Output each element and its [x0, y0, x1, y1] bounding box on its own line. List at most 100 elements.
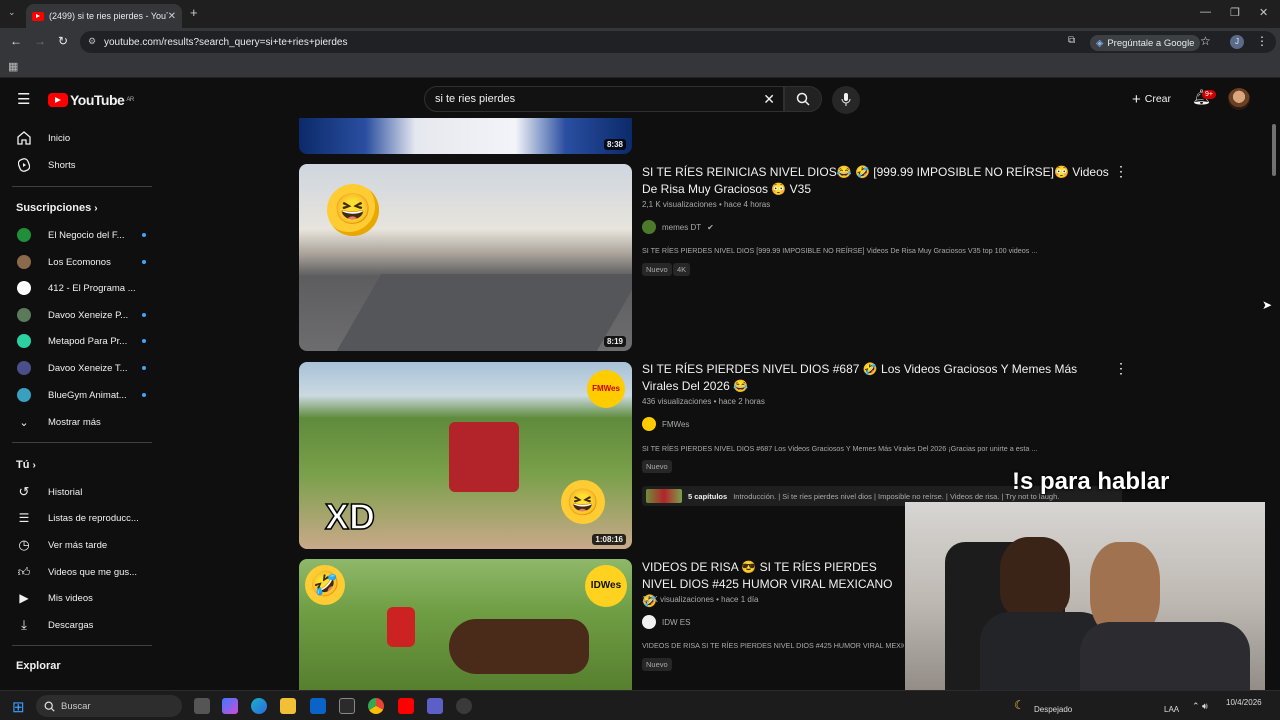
sidebar-item-history[interactable]: ↺ Historial: [16, 481, 146, 503]
show-more-button[interactable]: ⌄ Mostrar más: [16, 411, 146, 433]
cast-icon[interactable]: ⧉: [1068, 35, 1075, 46]
bookmark-star-icon[interactable]: ☆: [1200, 34, 1211, 48]
reload-icon[interactable]: ↻: [58, 34, 68, 48]
stream-subtitle: !s para hablar: [1012, 468, 1170, 495]
video-title[interactable]: SI TE RÍES REINICIAS NIVEL DIOS😂 🤣 [999.…: [642, 164, 1112, 198]
sidebar-item-playlists[interactable]: ☰ Listas de reproducc...: [16, 507, 146, 529]
sidebar-item-label: BlueGym Animat...: [48, 389, 127, 401]
menu-icon[interactable]: ☰: [17, 90, 30, 108]
sidebar-item-my-videos[interactable]: ▶ Mis videos: [16, 587, 146, 609]
divider: [12, 186, 152, 187]
page-scrollbar[interactable]: [1268, 118, 1280, 690]
video-thumbnail[interactable]: 🤣 IDWes: [299, 559, 632, 690]
channel-name: memes DT: [662, 222, 702, 232]
tab-close-icon[interactable]: ✕: [168, 11, 176, 22]
windows-start-icon[interactable]: ⊞: [12, 698, 25, 716]
sidebar-item-downloads[interactable]: ⤓ Descargas: [16, 614, 146, 636]
tab-title: (2499) si te ries pierdes - YouTu: [49, 11, 168, 21]
edge-icon[interactable]: [251, 698, 267, 714]
scroll-thumb[interactable]: [1272, 124, 1276, 176]
sidebar-item-home[interactable]: Inicio: [16, 127, 146, 149]
sidebar-item-subscription[interactable]: Metapod Para Pr...: [16, 330, 146, 352]
duration-badge: 8:38: [603, 139, 626, 150]
sidebar-item-subscription[interactable]: Los Ecomonos: [16, 251, 146, 273]
system-clock[interactable]: 10/4/2026: [1226, 698, 1262, 707]
teams-icon[interactable]: [427, 698, 443, 714]
sidebar-item-watch-later[interactable]: ◷ Ver más tarde: [16, 534, 146, 556]
sidebar-item-liked[interactable]: 👍︎ Videos que me gus...: [16, 561, 146, 583]
tab-search-icon[interactable]: ⌄: [8, 7, 16, 18]
sidebar-item-label: Davoo Xeneize T...: [48, 362, 128, 374]
divider: [12, 645, 152, 646]
youtube-play-icon: [48, 93, 68, 107]
new-badge: Nuevo: [642, 263, 672, 276]
sidebar-item-subscription[interactable]: 412 - El Programa ...: [16, 277, 146, 299]
video-thumbnail[interactable]: FMWes XD 😆 1:08:16: [299, 362, 632, 549]
restore-icon[interactable]: ❐: [1230, 6, 1240, 19]
youtube-app-icon[interactable]: [398, 698, 414, 714]
ask-google-button[interactable]: ◈ Pregúntale a Google: [1090, 35, 1201, 51]
sidebar-item-shorts[interactable]: Shorts: [16, 154, 146, 176]
sidebar-item-label: Metapod Para Pr...: [48, 335, 128, 347]
more-actions-icon[interactable]: ⋮: [1114, 361, 1128, 375]
close-window-icon[interactable]: ✕: [1259, 6, 1268, 19]
file-explorer-icon[interactable]: [280, 698, 296, 714]
outlook-icon[interactable]: [310, 698, 326, 714]
streamer-left: [1000, 537, 1070, 617]
sidebar-item-subscription[interactable]: El Negocio del F...: [16, 224, 146, 246]
new-tab-icon[interactable]: +: [190, 5, 198, 20]
video-thumbnail[interactable]: 8:38: [299, 118, 632, 154]
sidebar-item-subscription[interactable]: Davoo Xeneize T...: [16, 357, 146, 379]
create-button[interactable]: + Crear: [1126, 87, 1181, 111]
minimize-icon[interactable]: —: [1200, 6, 1211, 18]
forward-icon[interactable]: →: [34, 34, 46, 48]
url-field[interactable]: ⚙ youtube.com/results?search_query=si+te…: [80, 31, 1276, 53]
upload-age: hace 1 día: [721, 595, 759, 604]
search-button[interactable]: [784, 86, 822, 112]
task-view-icon[interactable]: [194, 698, 210, 714]
tray-icons[interactable]: ⌃ 🔊︎: [1192, 701, 1208, 712]
video-description: VIDEOS DE RISA SI TE RÍES PIERDES NIVEL …: [642, 641, 904, 650]
copilot-icon[interactable]: [222, 698, 238, 714]
video-description: SI TE RÍES PIERDES NIVEL DIOS #687 Los V…: [642, 444, 1038, 453]
channel-link[interactable]: memes DT ✔: [642, 220, 714, 234]
profile-avatar[interactable]: J: [1230, 35, 1244, 49]
youtube-logo[interactable]: YouTube AR: [48, 92, 134, 108]
browser-menu-icon[interactable]: ⋮: [1256, 34, 1268, 48]
site-info-icon[interactable]: ⚙: [88, 36, 96, 47]
obs-icon[interactable]: [456, 698, 472, 714]
view-count: 436 visualizaciones: [642, 397, 712, 406]
sidebar: Inicio Shorts Suscripciones › El Negocio…: [0, 118, 154, 690]
apps-grid-icon[interactable]: ▦: [8, 60, 18, 73]
ask-google-label: Pregúntale a Google: [1107, 37, 1195, 49]
account-avatar[interactable]: [1228, 88, 1250, 110]
thumb-logo: FMWes: [587, 370, 625, 408]
verified-icon: ✔: [707, 222, 714, 232]
back-icon[interactable]: ←: [10, 34, 22, 48]
more-actions-icon[interactable]: ⋮: [1114, 164, 1128, 178]
store-icon[interactable]: [339, 698, 355, 714]
video-thumbnail[interactable]: 😆 8:19: [299, 164, 632, 351]
microphone-icon: [841, 93, 851, 106]
you-header[interactable]: Tú ›: [16, 459, 36, 471]
sidebar-item-label: Los Ecomonos: [48, 256, 111, 268]
channel-avatar: [16, 387, 32, 403]
video-title[interactable]: SI TE RÍES PIERDES NIVEL DIOS #687 🤣 Los…: [642, 361, 1112, 395]
channel-avatar: [16, 360, 32, 376]
chrome-icon[interactable]: [368, 698, 384, 714]
channel-link[interactable]: FMWes: [642, 417, 689, 431]
sidebar-item-subscription[interactable]: BlueGym Animat...: [16, 384, 146, 406]
keyboard-language[interactable]: LAA: [1164, 705, 1179, 714]
person: [387, 607, 415, 647]
clear-search-icon[interactable]: ✕: [763, 91, 775, 108]
subscriptions-header[interactable]: Suscripciones ›: [16, 202, 98, 214]
home-icon: [16, 130, 32, 146]
channel-link[interactable]: IDW ES: [642, 615, 690, 629]
voice-search-button[interactable]: [832, 86, 860, 114]
date-text: 10/4/2026: [1226, 698, 1262, 707]
search-input[interactable]: si te ries pierdes ✕: [424, 86, 784, 112]
sidebar-item-label: Historial: [48, 486, 83, 498]
sidebar-item-subscription[interactable]: Davoo Xeneize P...: [16, 304, 146, 326]
taskbar-search[interactable]: Buscar: [36, 695, 182, 717]
browser-tab[interactable]: (2499) si te ries pierdes - YouTu ✕: [26, 4, 182, 28]
